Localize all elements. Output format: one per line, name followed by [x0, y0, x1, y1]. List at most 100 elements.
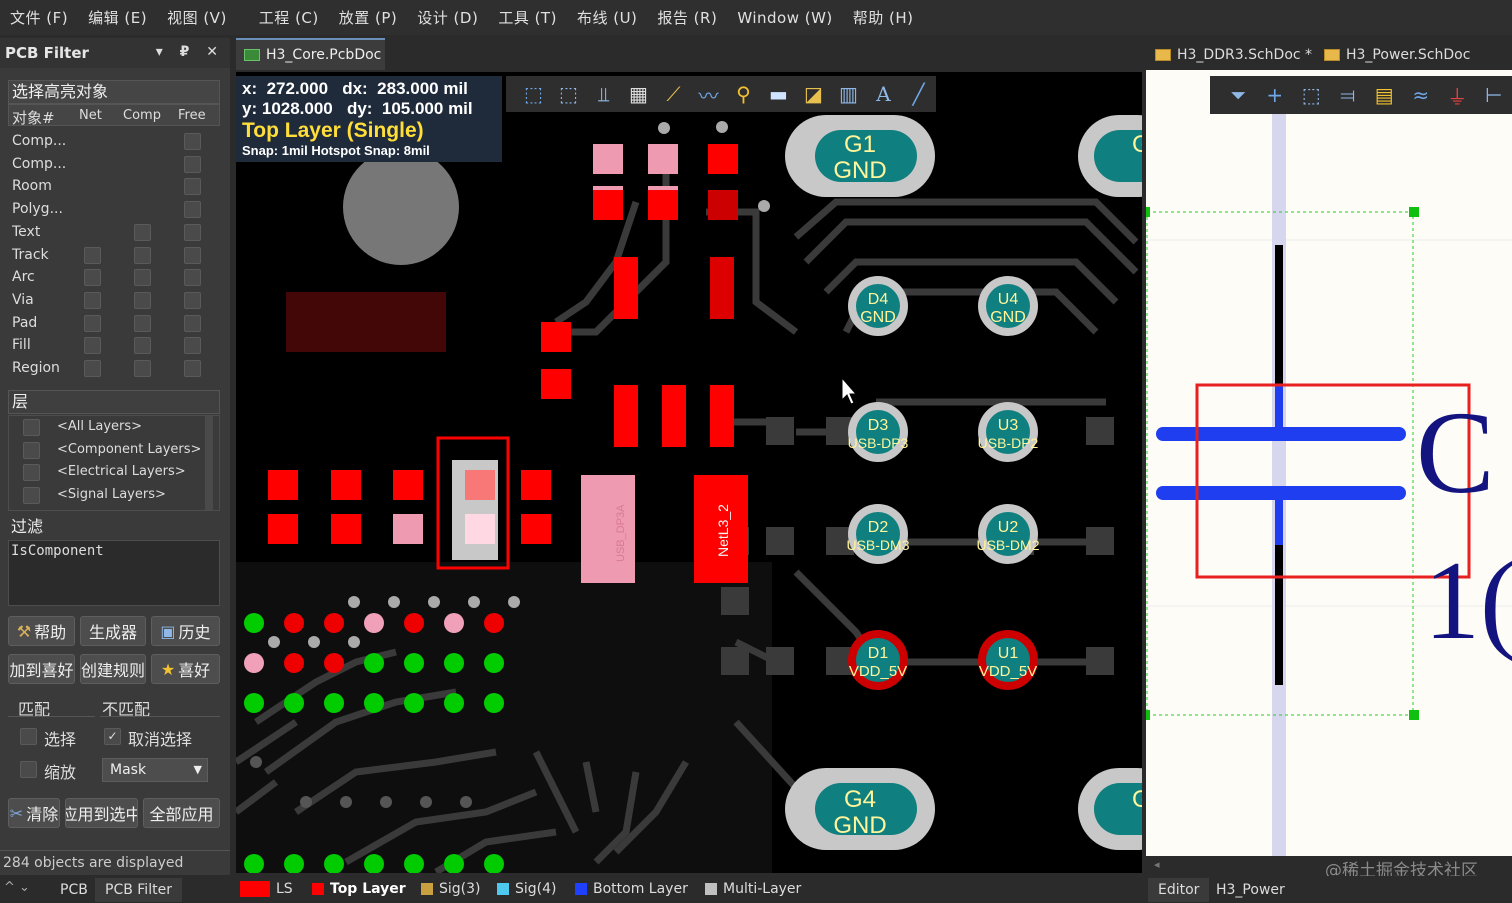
menu-item-10[interactable]: 帮助 (H)	[843, 7, 924, 28]
rectangle-select-icon[interactable]: ⬚	[1293, 80, 1330, 110]
object-checkbox[interactable]	[184, 155, 201, 173]
fill-icon[interactable]: ▬	[761, 79, 796, 109]
diff-pair-icon[interactable]: 〰	[691, 79, 726, 109]
favorites-button[interactable]: ★ 喜好	[151, 654, 220, 684]
rectangle-select-icon[interactable]: ⬚	[551, 79, 586, 109]
menu-item-7[interactable]: 布线 (U)	[567, 7, 647, 28]
menu-item-6[interactable]: 工具 (T)	[488, 7, 567, 28]
create-rule-button[interactable]: 创建规则	[80, 654, 146, 684]
menu-item-8[interactable]: 报告 (R)	[647, 7, 727, 28]
layer-item[interactable]: <All Layers>	[57, 416, 142, 438]
port-icon[interactable]: ⊢	[1476, 80, 1512, 110]
layer-checkbox[interactable]	[23, 486, 40, 504]
route-icon[interactable]: ⟋	[656, 79, 691, 109]
object-checkbox[interactable]	[184, 314, 201, 332]
object-checkbox[interactable]	[134, 314, 151, 332]
layer-item[interactable]: <Signal Layers>	[57, 484, 166, 506]
apply-selected-button[interactable]: 应用到选中	[65, 798, 138, 828]
via-icon[interactable]: ⚲	[726, 79, 761, 109]
object-checkbox[interactable]	[134, 360, 151, 377]
align-icon[interactable]: ⫤	[1330, 80, 1367, 110]
chart-icon[interactable]: ▥	[831, 79, 866, 109]
line-icon[interactable]: ╱	[901, 79, 936, 109]
selection-handle[interactable]	[1146, 207, 1150, 217]
object-checkbox[interactable]	[134, 291, 151, 309]
component-icon[interactable]: ▤	[1366, 80, 1403, 110]
apply-all-button[interactable]: 全部应用	[143, 798, 220, 828]
crosshair-icon[interactable]: +	[1257, 80, 1294, 110]
object-checkbox[interactable]	[134, 223, 151, 241]
help-button[interactable]: ⚒ 帮助	[8, 616, 75, 646]
mask-dropdown[interactable]: Mask ▼	[102, 758, 208, 782]
object-checkbox[interactable]	[84, 246, 101, 264]
text-icon[interactable]: A	[866, 79, 901, 109]
object-checkbox[interactable]	[184, 201, 201, 219]
object-checkbox[interactable]	[184, 246, 201, 264]
tab-pcb-filter[interactable]: PCB Filter	[95, 878, 182, 902]
add-favorite-button[interactable]: 加到喜好	[8, 654, 75, 684]
tab-h3-ddr3-schdoc[interactable]: H3_DDR3.SchDoc *	[1155, 42, 1312, 68]
object-checkbox[interactable]	[84, 337, 101, 355]
layer-tab[interactable]: Top Layer	[312, 878, 406, 900]
layer-tab[interactable]: LS	[240, 878, 293, 900]
history-button[interactable]: ▣ 历史	[151, 616, 220, 646]
highlight-section-header[interactable]: 选择高亮对象	[8, 80, 220, 104]
menu-item-5[interactable]: 设计 (D)	[407, 7, 488, 28]
object-checkbox[interactable]	[184, 269, 201, 287]
object-checkbox[interactable]	[84, 269, 101, 287]
layer-tab[interactable]: Sig(4)	[497, 878, 557, 900]
deselect-checkbox[interactable]: ✓	[104, 728, 121, 745]
menu-item-2[interactable]: 视图 (V)	[157, 7, 237, 28]
pcb-canvas[interactable]: USB_DP3A NetL3_2 G1 GND G4 GND G G D4 GN…	[236, 72, 1142, 873]
clear-button[interactable]: ✂ 清除	[8, 798, 60, 828]
layer-checkbox[interactable]	[23, 419, 40, 436]
layer-item[interactable]: <Electrical Layers>	[57, 461, 186, 483]
object-checkbox[interactable]	[184, 178, 201, 196]
schematic-canvas[interactable]: C 1(	[1146, 70, 1512, 856]
layer-checkbox[interactable]	[23, 441, 40, 459]
filter-icon[interactable]: ⏷	[1220, 80, 1257, 110]
component-icon[interactable]: ▦	[621, 79, 656, 109]
region-icon[interactable]: ◪	[796, 79, 831, 109]
nav-arrows-icon[interactable]: ^ ⌄	[4, 880, 30, 895]
object-checkbox[interactable]	[84, 291, 101, 309]
tab-h3-core-pcbdoc[interactable]: H3_Core.PcbDoc	[236, 38, 385, 70]
layer-tab[interactable]: Bottom Layer	[575, 878, 688, 900]
tab-h3-power[interactable]: H3_Power	[1206, 878, 1295, 902]
builder-button[interactable]: 生成器	[80, 616, 146, 646]
menu-item-1[interactable]: 编辑 (E)	[78, 7, 157, 28]
layer-item[interactable]: <Component Layers>	[57, 439, 201, 461]
tab-h3-power-schdoc[interactable]: H3_Power.SchDoc	[1324, 42, 1470, 68]
object-checkbox[interactable]	[134, 246, 151, 264]
align-icon[interactable]: ⫫	[586, 79, 621, 109]
layer-tab[interactable]: Multi-Layer	[705, 878, 801, 900]
layers-section-header[interactable]: 层	[8, 390, 220, 414]
selection-handle[interactable]	[1146, 710, 1150, 720]
object-checkbox[interactable]	[84, 314, 101, 332]
menu-item-3[interactable]: 工程 (C)	[237, 7, 329, 28]
select-checkbox[interactable]	[20, 728, 37, 745]
object-checkbox[interactable]	[134, 337, 151, 355]
selection-handle[interactable]	[1409, 710, 1419, 720]
object-checkbox[interactable]	[184, 133, 201, 150]
object-checkbox[interactable]	[184, 291, 201, 309]
object-checkbox[interactable]	[184, 360, 201, 377]
filter-query-input[interactable]: IsComponent	[8, 540, 220, 606]
panel-controls-icon[interactable]: ▾ ₽ ✕	[156, 44, 224, 60]
tab-editor[interactable]: Editor	[1148, 878, 1210, 902]
bus-icon[interactable]: ≈	[1403, 80, 1440, 110]
menu-item-4[interactable]: 放置 (P)	[329, 7, 408, 28]
ground-icon[interactable]: ⏚	[1439, 80, 1476, 110]
layer-tab[interactable]: Sig(3)	[421, 878, 481, 900]
tab-pcb[interactable]: PCB	[50, 878, 98, 902]
menu-item-0[interactable]: 文件 (F)	[0, 7, 78, 28]
selection-handle[interactable]	[1409, 207, 1419, 217]
scroll-left-icon[interactable]: ◂	[1154, 858, 1160, 871]
object-checkbox[interactable]	[134, 269, 151, 287]
menu-item-9[interactable]: Window (W)	[727, 9, 842, 27]
object-checkbox[interactable]	[184, 337, 201, 355]
layer-checkbox[interactable]	[23, 464, 40, 481]
layer-list-scrollbar[interactable]	[205, 416, 213, 510]
object-checkbox[interactable]	[184, 223, 201, 241]
object-checkbox[interactable]	[84, 360, 101, 377]
